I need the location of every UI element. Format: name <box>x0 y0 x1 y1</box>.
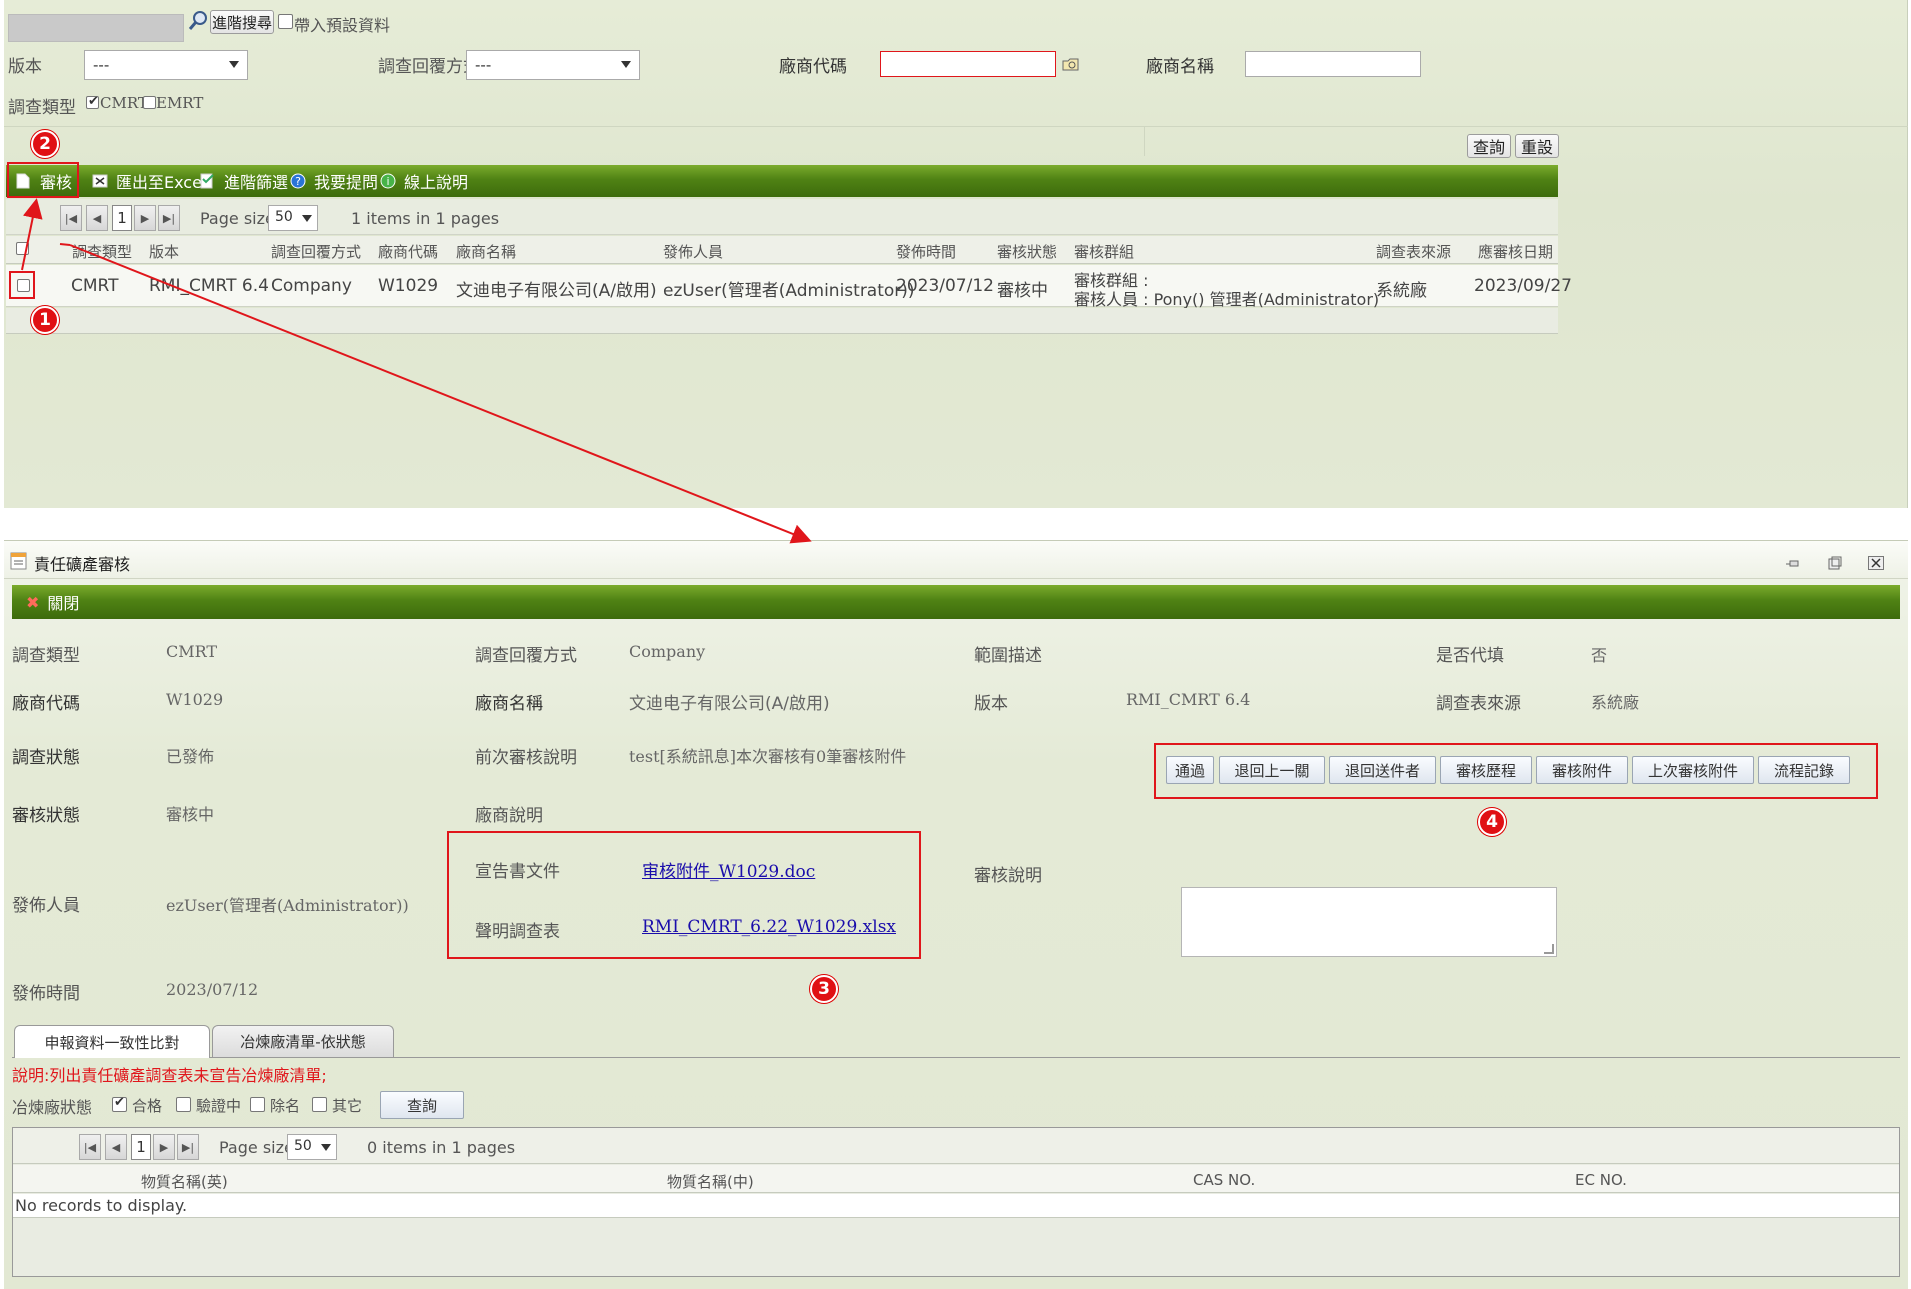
annotation-arrows <box>21 198 812 544</box>
arrow-review-to-dialog <box>69 244 812 544</box>
arrow-checkbox-to-review <box>21 198 43 271</box>
arrow-review-to-dialog-start <box>59 243 71 246</box>
